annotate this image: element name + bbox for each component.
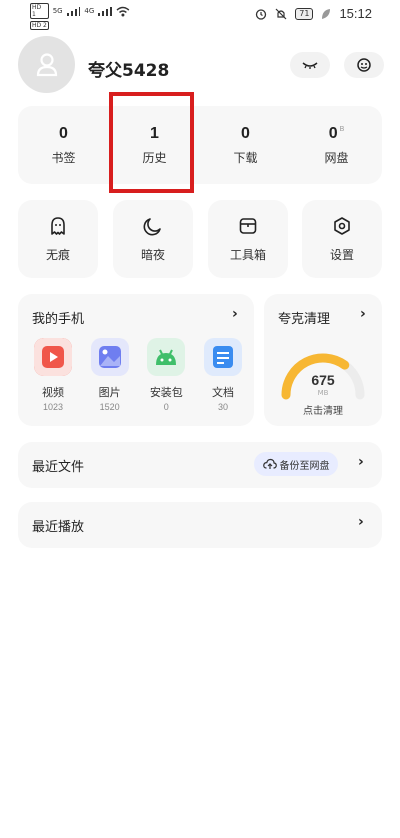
alarm-icon <box>256 8 267 20</box>
card-title: 夸克清理 <box>278 312 331 327</box>
file-count: 1520 <box>99 402 120 412</box>
avatar[interactable] <box>18 36 75 93</box>
net1-label: 5G <box>52 7 63 15</box>
tool-incognito[interactable]: 无痕 <box>18 200 98 278</box>
clean-action-label[interactable]: 点击清理 <box>264 402 382 417</box>
cloud-upload-icon <box>262 458 277 469</box>
file-video[interactable]: 视频 1023 <box>26 338 80 412</box>
image-icon <box>90 338 129 376</box>
signal-group: HD 1 5G 4G HD 2 <box>30 3 130 30</box>
stat-label: 历史 <box>142 150 167 165</box>
tool-dark-mode[interactable]: 暗夜 <box>113 200 193 278</box>
eye-mode-button[interactable] <box>290 52 330 78</box>
recent-files-row[interactable]: 最近文件 备份至网盘 › <box>18 442 382 488</box>
clock: 15:12 <box>339 6 372 21</box>
chevron-right-icon[interactable]: › <box>358 514 364 530</box>
android-icon <box>147 338 186 376</box>
signal-icon <box>66 6 81 16</box>
stat-bookmarks[interactable]: 0 书签 <box>18 106 109 184</box>
battery-icon: 71 <box>295 7 314 20</box>
gauge-value: 675 <box>311 372 335 388</box>
stat-cloud-drive[interactable]: 0B 网盘 <box>291 106 382 184</box>
card-title: 我的手机 <box>32 312 85 327</box>
file-count: 30 <box>217 402 228 412</box>
backup-to-cloud-button[interactable]: 备份至网盘 <box>254 452 338 476</box>
file-name: 视频 <box>42 386 64 399</box>
tool-label: 暗夜 <box>140 247 165 262</box>
file-count: 1023 <box>42 402 64 412</box>
moon-icon <box>143 217 161 235</box>
document-icon <box>203 338 242 376</box>
status-bar: HD 1 5G 4G HD 2 71 15:12 <box>0 0 400 30</box>
stat-history[interactable]: 1 历史 <box>109 106 200 184</box>
backup-label: 备份至网盘 <box>279 460 330 472</box>
row-title: 最近文件 <box>32 460 85 475</box>
chevron-right-icon[interactable]: › <box>358 454 364 470</box>
mute-bell-icon <box>275 8 287 19</box>
stat-label: 下载 <box>233 150 258 165</box>
tool-settings[interactable]: 设置 <box>302 200 382 278</box>
settings-icon <box>334 216 350 235</box>
stat-value: 1 <box>150 124 159 142</box>
chevron-right-icon[interactable]: › <box>360 306 366 322</box>
stat-value: 0 <box>241 124 250 142</box>
recent-play-row[interactable]: 最近播放 › <box>18 502 382 548</box>
file-count: 0 <box>163 402 169 412</box>
row-title: 最近播放 <box>32 520 85 535</box>
signal-icon <box>98 6 113 16</box>
tool-label: 工具箱 <box>229 247 266 262</box>
service-button[interactable] <box>344 52 384 78</box>
file-apk[interactable]: 安装包 0 <box>139 338 193 412</box>
file-name: 安装包 <box>149 386 183 399</box>
tool-label: 无痕 <box>45 247 70 262</box>
sim2-badge: HD 2 <box>30 21 49 30</box>
file-image[interactable]: 图片 1520 <box>83 338 137 412</box>
status-right: 71 15:12 <box>255 6 372 21</box>
wifi-icon <box>116 6 130 16</box>
stat-value: 0 <box>59 124 68 142</box>
file-name: 图片 <box>98 386 121 399</box>
closed-eye-icon <box>302 62 318 69</box>
cleaner-card[interactable]: 夸克清理 › 675 MB 点击清理 <box>264 294 382 426</box>
smile-bot-icon <box>357 58 371 72</box>
file-categories: 视频 1023 图片 1520 安装包 0 文档 30 <box>26 338 250 412</box>
profile-header: 夸父5428 <box>18 36 384 94</box>
stat-downloads[interactable]: 0 下载 <box>200 106 291 184</box>
video-icon <box>34 338 72 376</box>
tool-label: 设置 <box>329 247 354 262</box>
file-name: 文档 <box>211 386 234 399</box>
sim1-badge: HD 1 <box>30 3 49 19</box>
stat-unit: B <box>339 126 345 134</box>
stat-label: 书签 <box>51 150 76 165</box>
chevron-right-icon[interactable]: › <box>232 306 238 322</box>
leaf-icon <box>322 8 331 19</box>
gauge-unit: MB <box>317 389 329 397</box>
net2-label: 4G <box>84 7 95 15</box>
user-icon <box>36 52 57 76</box>
stats-card: 0 书签 1 历史 0 下载 0B 网盘 <box>18 106 382 184</box>
my-phone-card[interactable]: 我的手机 › 视频 1023 图片 1520 安装包 0 文档 30 <box>18 294 254 426</box>
username[interactable]: 夸父5428 <box>88 56 169 81</box>
stat-label: 网盘 <box>324 150 349 165</box>
toolbox-icon <box>239 217 257 234</box>
stat-value: 0B <box>328 124 345 142</box>
ghost-icon <box>51 216 65 235</box>
tool-toolbox[interactable]: 工具箱 <box>208 200 288 278</box>
file-document[interactable]: 文档 30 <box>196 338 250 412</box>
